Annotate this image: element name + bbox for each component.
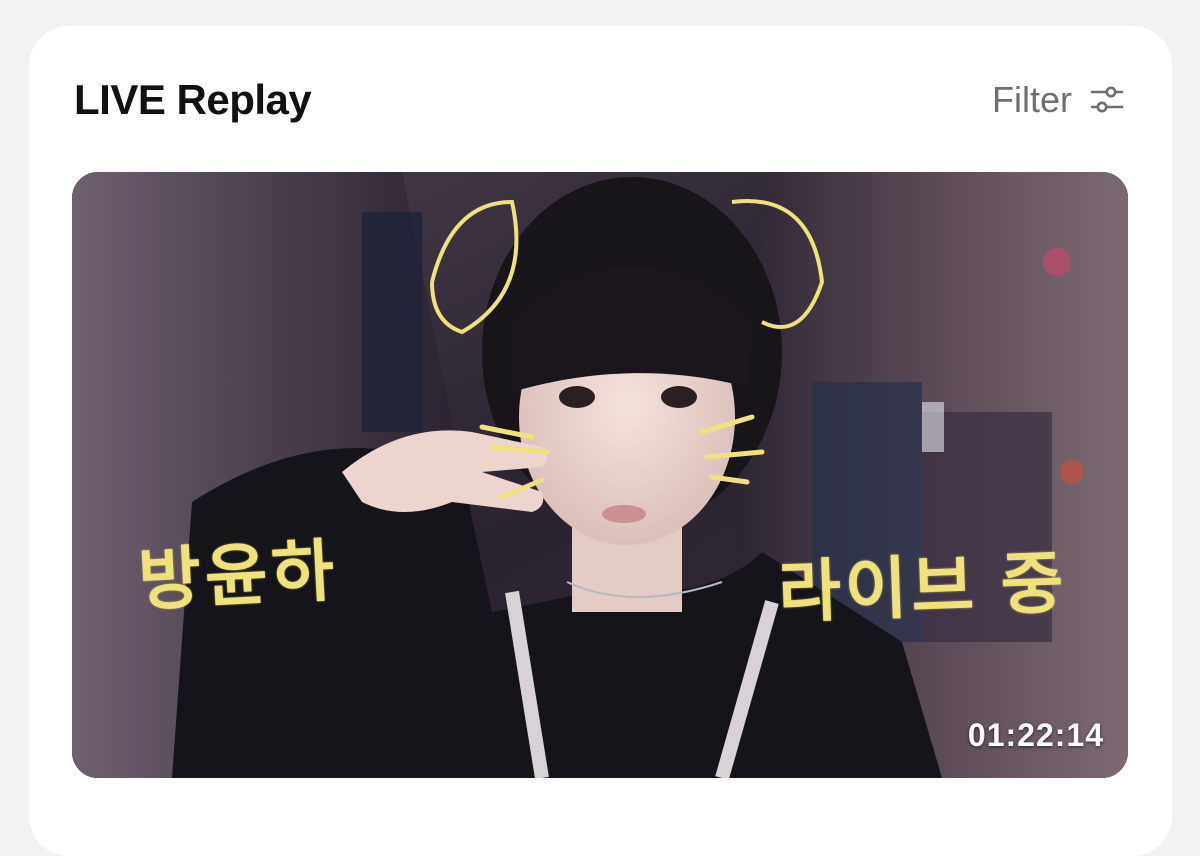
replay-video-thumbnail[interactable]: 방윤하 라이브 중 01:22:14 [72,172,1128,778]
filter-button[interactable]: Filter [992,78,1124,122]
section-title: LIVE Replay [74,76,312,123]
sliders-icon [1090,86,1124,113]
video-duration: 01:22:14 [967,717,1104,753]
overlay-live-text: 라이브 중 [776,544,1069,632]
video-frame-image [72,172,1128,778]
section-header: LIVE Replay Filter [74,76,1124,124]
overlay-name-text: 방윤하 [136,532,340,620]
filter-label: Filter [992,79,1072,120]
